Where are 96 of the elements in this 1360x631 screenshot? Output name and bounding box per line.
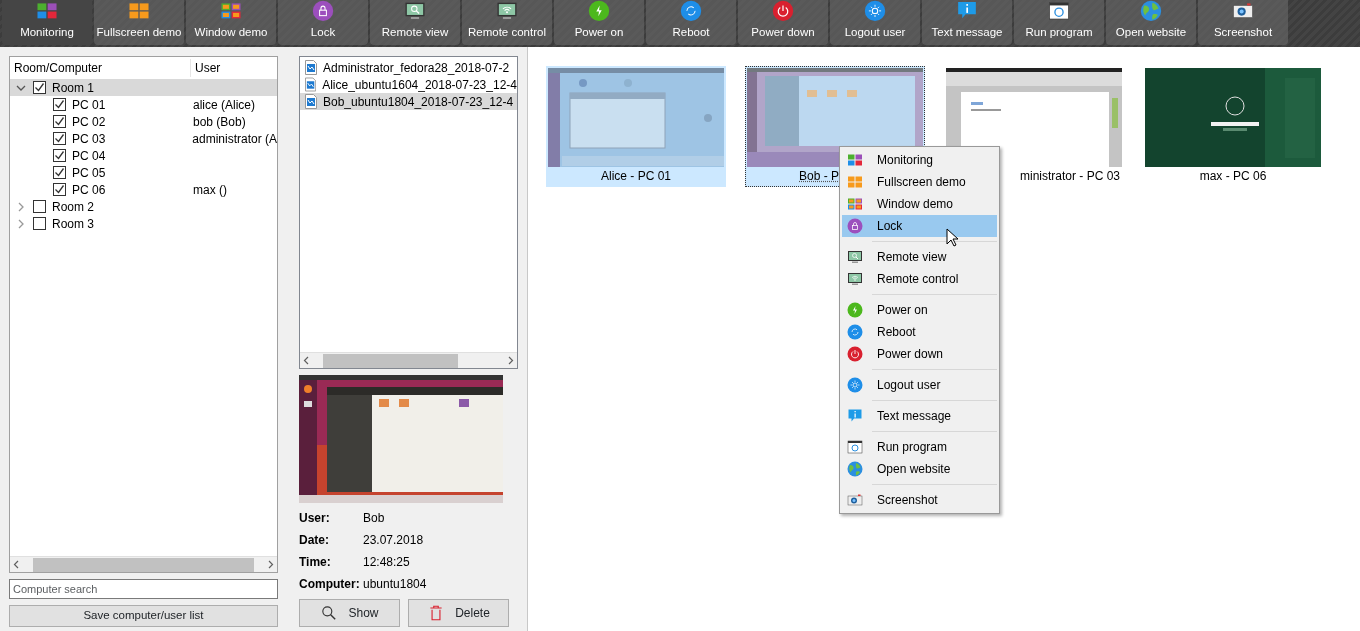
tree-label[interactable]: PC 06: [72, 180, 106, 199]
tree-label[interactable]: PC 04: [72, 146, 106, 165]
menu-item[interactable]: Run program: [842, 436, 997, 458]
field-label: Computer:: [299, 576, 361, 593]
checkbox[interactable]: [53, 183, 66, 196]
menu-item[interactable]: Fullscreen demo: [842, 171, 997, 193]
toolbar-button[interactable]: Power down: [738, 0, 828, 45]
checkbox[interactable]: [33, 81, 46, 94]
save-button[interactable]: Save computer/user list: [9, 605, 278, 627]
toolbar-button[interactable]: Fullscreen demo: [94, 0, 184, 45]
menu-item[interactable]: Window demo: [842, 193, 997, 215]
scrollbar-thumb[interactable]: [323, 353, 458, 368]
computer-label[interactable]: ministrator - PC 03: [1019, 168, 1120, 184]
computer-label[interactable]: max - PC 06: [1199, 168, 1267, 184]
scroll-right-icon[interactable]: [508, 356, 514, 365]
toolbar-button[interactable]: Window demo: [186, 0, 276, 45]
show-button[interactable]: Show: [299, 599, 400, 627]
file-item[interactable]: Alice_ubuntu1604_2018-07-23_12-4: [300, 76, 517, 93]
power-icon: [847, 346, 863, 362]
menu-item[interactable]: Screenshot: [842, 489, 997, 511]
file-item[interactable]: Administrator_fedora28_2018-07-2: [300, 59, 517, 76]
checkbox[interactable]: [53, 149, 66, 162]
cursor-icon: [946, 228, 960, 248]
selected-row[interactable]: Room 1: [10, 79, 277, 96]
toolbar-button[interactable]: Reboot: [646, 0, 736, 45]
scroll-left-icon[interactable]: [13, 560, 19, 569]
window-icon: [847, 439, 863, 455]
tree-label[interactable]: Room 2: [52, 197, 95, 216]
field-value: Bob: [363, 510, 386, 527]
image-file-icon: [305, 94, 317, 109]
tree-label[interactable]: PC 05: [72, 163, 106, 182]
refresh-icon: [847, 324, 863, 340]
computer-label[interactable]: Bob - P: [799, 168, 840, 184]
toolbar-button[interactable]: Monitoring: [2, 0, 92, 45]
user-name: administrator (A: [191, 130, 277, 148]
checkbox[interactable]: [53, 132, 66, 145]
field-value: 23.07.2018: [363, 532, 425, 549]
toolbar-button[interactable]: Remote control: [462, 0, 552, 45]
scroll-left-icon[interactable]: [303, 356, 309, 365]
field-label: User:: [299, 510, 331, 527]
menu-item[interactable]: Text message: [842, 405, 997, 427]
scroll-right-icon[interactable]: [268, 560, 274, 569]
tree-label[interactable]: Room 3: [52, 214, 95, 233]
grid-icon: [847, 152, 863, 168]
menu-item[interactable]: Lock: [842, 215, 997, 237]
monitor-icon: [847, 271, 863, 287]
field-label: Date:: [299, 532, 330, 549]
tree-label[interactable]: PC 01: [72, 95, 106, 114]
toolbar-button[interactable]: Lock: [278, 0, 368, 45]
user-name: alice (Alice): [192, 96, 255, 114]
checkbox[interactable]: [53, 166, 66, 179]
delete-button[interactable]: Delete: [408, 599, 509, 627]
user-name: bob (Bob): [192, 113, 246, 131]
search-field[interactable]: Computer search: [9, 579, 278, 599]
checkbox[interactable]: [33, 200, 46, 213]
toolbar-button[interactable]: Text message: [922, 0, 1012, 45]
image-file-icon: [305, 60, 317, 75]
menu-item[interactable]: Remote control: [842, 268, 997, 290]
bolt-icon: [847, 302, 863, 318]
speech-bubble-icon: [847, 408, 863, 424]
tree-label[interactable]: Room 1: [52, 78, 95, 97]
checkbox[interactable]: [33, 217, 46, 230]
lock-icon: [847, 218, 863, 234]
toolbar-button[interactable]: Run program: [1014, 0, 1104, 45]
menu-item[interactable]: Power down: [842, 343, 997, 365]
field-value: ubuntu1804: [363, 576, 428, 593]
tree-label[interactable]: PC 03: [72, 129, 106, 148]
file-item[interactable]: Bob_ubuntu1804_2018-07-23_12-4: [300, 93, 517, 110]
toolbar-button[interactable]: Open website: [1106, 0, 1196, 45]
column-header[interactable]: User: [190, 59, 276, 77]
computer-label[interactable]: Alice - PC 01: [601, 168, 671, 184]
sun-icon: [847, 377, 863, 393]
field-label: Time:: [299, 554, 332, 571]
menu-item[interactable]: Open website: [842, 458, 997, 480]
menu-item[interactable]: Monitoring: [842, 149, 997, 171]
menu-item[interactable]: Reboot: [842, 321, 997, 343]
scrollbar-thumb[interactable]: [33, 557, 254, 572]
toolbar-button[interactable]: Logout user: [830, 0, 920, 45]
column-header[interactable]: Room/Computer: [10, 59, 190, 77]
toolbar-button[interactable]: Remote view: [370, 0, 460, 45]
toolbar-button[interactable]: Screenshot: [1198, 0, 1288, 45]
user-name: max (): [192, 181, 227, 199]
camera-icon: [847, 492, 863, 508]
menu-item[interactable]: Logout user: [842, 374, 997, 396]
menu-item[interactable]: Power on: [842, 299, 997, 321]
grid-icon: [847, 174, 863, 190]
monitor-icon: [847, 249, 863, 265]
image-file-icon: [305, 77, 317, 92]
toolbar-button[interactable]: Power on: [554, 0, 644, 45]
checkbox[interactable]: [53, 115, 66, 128]
globe-icon: [847, 461, 863, 477]
grid-icon: [847, 196, 863, 212]
tree-label[interactable]: PC 02: [72, 112, 106, 131]
checkbox[interactable]: [53, 98, 66, 111]
field-value: 12:48:25: [363, 554, 411, 571]
menu-item[interactable]: Remote view: [842, 246, 997, 268]
